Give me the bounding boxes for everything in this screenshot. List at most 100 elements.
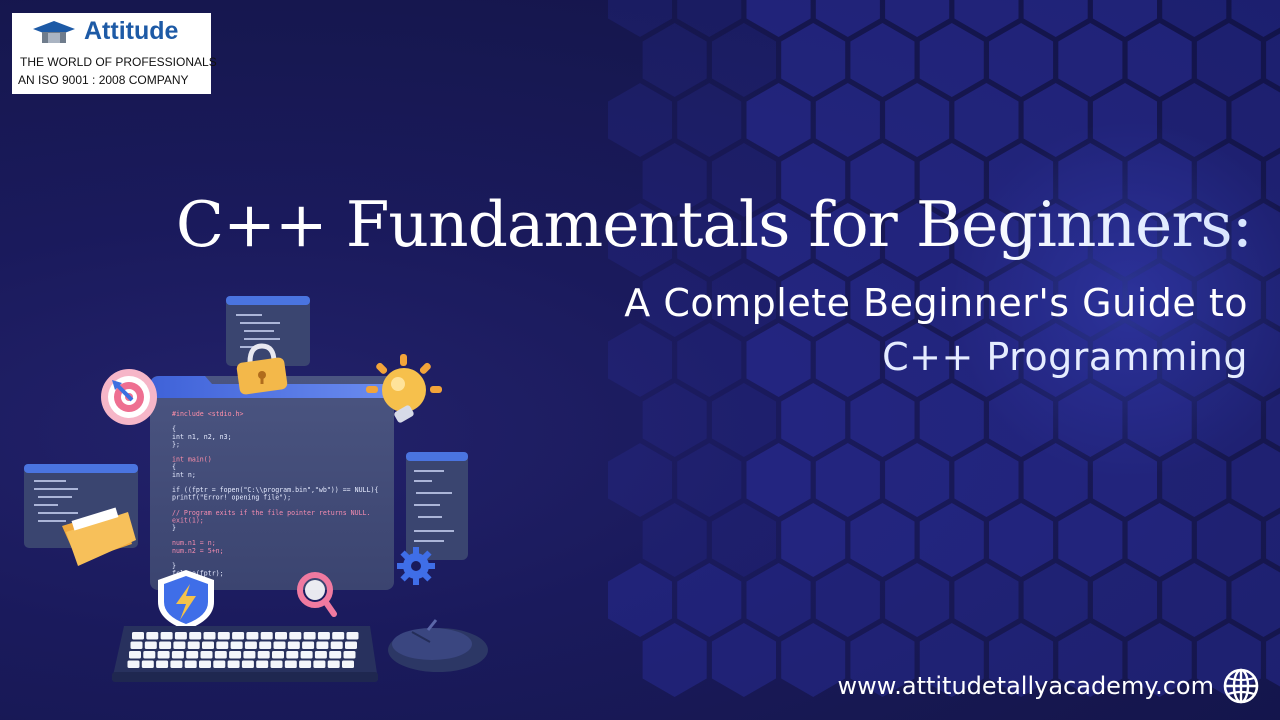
hexagon (885, 83, 950, 157)
hexagon (1162, 443, 1227, 517)
hexagon (989, 23, 1054, 97)
keyboard-key (317, 632, 330, 640)
keyboard-key (244, 641, 257, 649)
banner: Attitude THE WORLD OF PROFESSIONALS AN I… (0, 0, 1280, 720)
hexagon (781, 623, 846, 697)
keyboard-key (314, 651, 327, 659)
keyboard-key (286, 651, 299, 659)
hexagon (1058, 383, 1123, 457)
hexagon (1196, 383, 1261, 457)
keyboard-key (342, 660, 354, 668)
company-logo: Attitude THE WORLD OF PROFESSIONALS AN I… (12, 13, 217, 94)
hexagon (919, 383, 984, 457)
hexagon (642, 623, 707, 697)
keyboard-key (256, 660, 269, 668)
keyboard-key (316, 641, 329, 649)
hexagon (815, 323, 880, 397)
keyboard-key (171, 651, 184, 659)
code-panel-right (406, 452, 468, 560)
keyboard-key (343, 651, 356, 659)
page-title: C++ Fundamentals for Beginners: (175, 188, 1253, 261)
keyboard-key (345, 641, 357, 649)
keyboard-key (273, 641, 286, 649)
hexagon (608, 83, 672, 157)
hexagon (608, 323, 672, 397)
logo-certification: AN ISO 9001 : 2008 COMPANY (18, 73, 189, 87)
hexagon (1162, 83, 1227, 157)
hexagon (677, 563, 742, 637)
keyboard-key (272, 651, 284, 659)
gear-icon (397, 547, 435, 585)
hexagon (711, 23, 776, 97)
keyboard-key (202, 641, 214, 649)
hexagon (1162, 563, 1227, 637)
keyboard-icon (112, 626, 378, 682)
hexagon (1058, 503, 1123, 577)
hexagon (954, 563, 1019, 637)
keyboard-key (160, 632, 173, 640)
hexagon (1058, 23, 1123, 97)
code-line: printf("Error! opening file"); (172, 494, 291, 502)
hexagon (1127, 383, 1192, 457)
keyboard-key (213, 660, 226, 668)
coding-illustration: #include <stdio.h>{ int n1, n2, n3;};int… (24, 296, 488, 682)
keyboard-key (187, 641, 200, 649)
keyboard-key (332, 632, 345, 640)
hexagon (885, 563, 950, 637)
keyboard-key (159, 641, 172, 649)
hexagon (781, 503, 846, 577)
globe-icon (1223, 668, 1259, 704)
keyboard-key (130, 641, 143, 649)
keyboard-key (200, 651, 213, 659)
hexagon (815, 83, 880, 157)
keyboard-key (217, 632, 230, 640)
subtitle-line-1: A Complete Beginner's Guide to (624, 281, 1248, 325)
code-line: num.n2 = 5+n; (172, 547, 224, 555)
hexagon (677, 443, 742, 517)
code-line: }; (172, 440, 180, 448)
keyboard-key (257, 651, 270, 659)
code-line: #include <stdio.h> (172, 410, 243, 418)
hexagon (746, 323, 811, 397)
keyboard-key (299, 660, 312, 668)
keyboard-key (132, 632, 144, 640)
website-url[interactable]: www.attitudetallyacademy.com (838, 672, 1214, 700)
keyboard-key (144, 641, 157, 649)
code-line: int n1, n2, n3; (172, 433, 232, 441)
code-line: int main() (172, 456, 212, 464)
code-line: } (172, 524, 176, 532)
hexagon (746, 443, 811, 517)
keyboard-key (302, 641, 315, 649)
hexagon (1231, 83, 1280, 157)
hexagon (677, 323, 742, 397)
keyboard-key (157, 651, 170, 659)
graduation-cap-icon (33, 21, 75, 43)
target-icon (101, 369, 157, 425)
hexagon (989, 383, 1054, 457)
hexagon (885, 443, 950, 517)
logo-name: Attitude (84, 17, 179, 45)
hexagon (1023, 83, 1088, 157)
hexagon (1023, 443, 1088, 517)
keyboard-key (156, 660, 169, 668)
keyboard-key (241, 660, 254, 668)
keyboard-key (184, 660, 197, 668)
keyboard-key (260, 632, 273, 640)
keyboard-key (143, 651, 156, 659)
code-line: exit(1); (172, 516, 204, 524)
keyboard-key (232, 632, 245, 640)
keyboard-key (230, 641, 243, 649)
keyboard-key (346, 632, 359, 640)
hexagon (1231, 563, 1280, 637)
hexagon (1127, 503, 1192, 577)
hexagon (711, 383, 776, 457)
hexagon (781, 383, 846, 457)
hexagon (711, 503, 776, 577)
hexagon (1231, 443, 1280, 517)
keyboard-key (329, 651, 342, 659)
hexagon (642, 383, 707, 457)
hexagon (954, 83, 1019, 157)
keyboard-key (313, 660, 326, 668)
keyboard-key (216, 641, 229, 649)
shield-icon (158, 570, 214, 630)
